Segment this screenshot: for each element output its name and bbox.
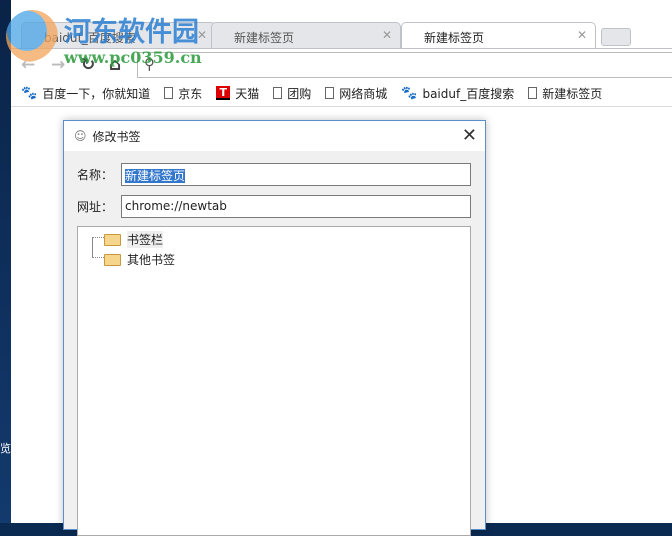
close-icon[interactable]: ✕ [577,28,587,42]
tab-newtab-1[interactable]: 新建标签页 ✕ [211,22,401,48]
name-label: 名称： [77,168,114,182]
tab-label: baiduf_百度搜索 [44,31,136,45]
folder-bookmarks-bar[interactable]: 书签栏 [104,231,164,248]
bookmark-label: 网络商城 [339,86,388,101]
reload-icon[interactable]: ↻ [81,55,95,75]
back-icon[interactable]: ← [21,55,35,75]
tree-line [92,237,104,258]
edit-bookmark-dialog: ☺ 修改书签 ✕ 名称： 新建标签页 网址： chrome://newtab 书签栏 … [63,120,486,536]
page-icon [164,87,174,99]
folder-open-icon [104,233,121,246]
bookmark-label: baiduf_百度搜索 [422,86,515,101]
app-icon: ☺ [74,129,87,143]
bookmark-label: 天猫 [235,86,260,101]
folder-label: 其他书签 [127,253,176,267]
paw-icon: 🐾 [401,85,418,101]
page-icon [325,87,335,99]
bookmark-mall[interactable]: 网络商城 [325,85,387,102]
tab-baidu[interactable]: baiduf_百度搜索 ✕ [21,22,216,48]
new-tab-button[interactable] [601,28,631,46]
forward-icon[interactable]: → [51,55,65,75]
page-icon [528,87,538,99]
page-icon [273,87,283,99]
bookmark-baidu[interactable]: 🐾 百度一下，你就知道 [21,85,150,102]
address-bar[interactable]: ⚲ [137,52,672,78]
url-input[interactable]: chrome://newtab [121,195,471,218]
name-input[interactable]: 新建标签页 [121,163,471,186]
home-icon[interactable]: ⌂ [109,55,121,75]
tab-strip: baiduf_百度搜索 ✕ 新建标签页 ✕ 新建标签页 ✕ [11,0,672,48]
desktop-text: 览器 [0,442,11,455]
name-value: 新建标签页 [125,169,186,183]
bookmark-tuangou[interactable]: 团购 [273,85,311,102]
folder-other-bookmarks[interactable]: 其他书签 [104,251,175,268]
bookmark-label: 团购 [287,86,312,101]
close-icon[interactable]: ✕ [462,125,477,146]
bookmark-label: 百度一下，你就知道 [42,86,151,101]
folder-label: 书签栏 [127,231,164,248]
dialog-title: 修改书签 [92,129,141,144]
bookmark-jd[interactable]: 京东 [164,85,202,102]
tab-newtab-active[interactable]: 新建标签页 ✕ [401,22,596,48]
bookmark-label: 京东 [178,86,203,101]
tmall-icon: T [216,86,231,100]
desktop-background: 览器 [0,0,11,523]
bookmark-newtab[interactable]: 新建标签页 [528,85,602,102]
url-label: 网址： [77,200,114,214]
browser-window: baiduf_百度搜索 ✕ 新建标签页 ✕ 新建标签页 ✕ ← → ↻ ⌂ ⚲ 🐾 百度… [11,0,672,536]
bookmark-baiduf[interactable]: 🐾 baiduf_百度搜索 [401,85,514,102]
tab-label: 新建标签页 [424,31,485,45]
close-icon[interactable]: ✕ [382,28,392,42]
bookmark-label: 新建标签页 [542,86,603,101]
toolbar: ← → ↻ ⌂ ⚲ [11,48,672,80]
close-icon[interactable]: ✕ [197,28,207,42]
paw-icon: 🐾 [21,85,38,101]
search-icon: ⚲ [144,55,155,73]
folder-tree[interactable]: 书签栏 其他书签 [77,226,471,536]
bookmarks-bar: 🐾 百度一下，你就知道 京东 T 天猫 团购 网络商城 🐾 baiduf_百度搜索 新… [11,80,672,107]
dialog-titlebar: ☺ 修改书签 [64,121,485,151]
folder-icon [104,253,121,266]
bookmark-tmall[interactable]: T 天猫 [216,85,259,102]
tab-label: 新建标签页 [234,31,295,45]
